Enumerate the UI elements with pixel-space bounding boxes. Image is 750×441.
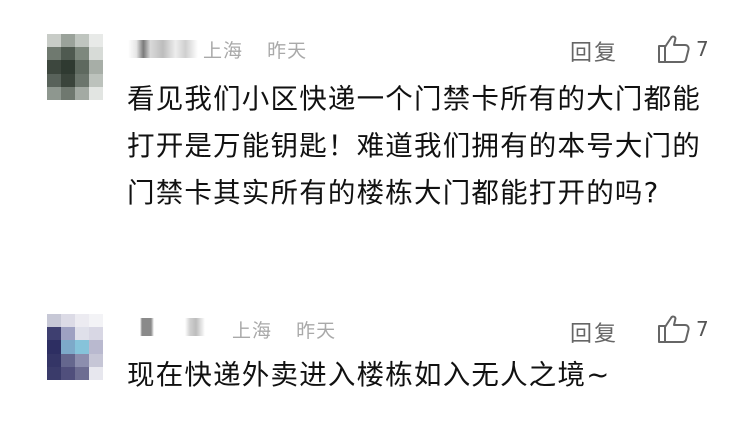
comment-item: 上海 昨天 回复 7 现在快递外卖进入楼栋如入无人之境~ [0, 290, 750, 441]
like-button[interactable]: 7 [657, 314, 709, 344]
avatar[interactable] [47, 34, 103, 100]
username-blurred[interactable] [130, 318, 230, 336]
reply-button[interactable]: 回复 [570, 316, 618, 348]
comment-text: 现在快递外卖进入楼栋如入无人之境~ [127, 359, 611, 391]
comment-meta: 上海 昨天 [203, 36, 307, 63]
comment-location: 上海 [232, 320, 273, 342]
comment-text: 看见我们小区快递一个门禁卡所有的大门都能打开是万能钥匙！难道我们拥有的本号大门的… [127, 83, 701, 209]
thumbs-up-icon [657, 314, 691, 344]
reply-button[interactable]: 回复 [570, 35, 618, 67]
like-count: 7 [696, 317, 709, 341]
avatar[interactable] [47, 314, 103, 380]
thumbs-up-icon [657, 34, 691, 64]
comment-time: 昨天 [267, 40, 308, 62]
comment-location: 上海 [203, 40, 244, 62]
comment-meta: 上海 昨天 [232, 316, 336, 343]
username-blurred[interactable] [128, 40, 198, 58]
comment-item: 上海 昨天 回复 7 看见我们小区快递一个门禁卡所有的大门都能打开是万能钥匙！难… [0, 0, 750, 290]
like-button[interactable]: 7 [657, 34, 709, 64]
like-count: 7 [696, 37, 709, 61]
comment-time: 昨天 [296, 320, 337, 342]
